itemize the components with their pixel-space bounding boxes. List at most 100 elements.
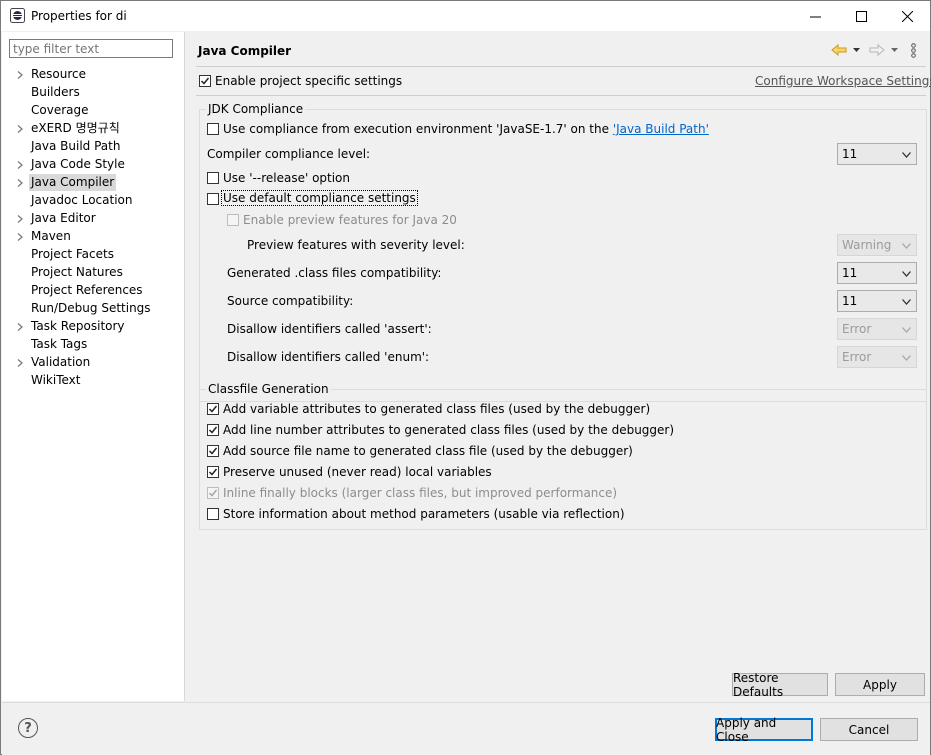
assert-combo: Error <box>837 318 917 340</box>
minimize-button[interactable] <box>792 1 838 31</box>
chevron-right-icon[interactable] <box>16 125 24 133</box>
classfile-option-label: Add source file name to generated class … <box>223 444 633 458</box>
chevron-right-icon[interactable] <box>16 215 24 223</box>
apply-and-close-button[interactable]: Apply and Close <box>715 716 813 744</box>
classfile-option-checkbox[interactable] <box>207 466 219 478</box>
apply-button[interactable]: Apply <box>835 673 925 696</box>
window-title: Properties for di <box>31 9 127 23</box>
classfile-option-label: Preserve unused (never read) local varia… <box>223 465 492 479</box>
maximize-button[interactable] <box>838 1 884 31</box>
checkmark-icon <box>208 447 218 455</box>
enable-preview-checkbox <box>227 214 239 226</box>
settings-separator <box>196 95 926 96</box>
restore-defaults-label: Restore Defaults <box>733 670 784 699</box>
checkmark-icon <box>208 405 218 413</box>
preview-severity-combo: Warning <box>837 234 917 256</box>
preview-severity-value: Warning <box>842 238 892 252</box>
chevron-down-icon <box>902 355 911 361</box>
classfile-option-checkbox[interactable] <box>207 508 219 520</box>
sidebar-item[interactable]: Javadoc Location <box>29 192 134 209</box>
use-default-compliance-checkbox[interactable] <box>207 193 219 205</box>
enable-project-specific-checkbox[interactable] <box>199 75 211 87</box>
compiler-level-combo[interactable]: 11 <box>837 143 917 165</box>
sidebar-item[interactable]: WikiText <box>29 372 83 389</box>
sidebar-item[interactable]: Project References <box>29 282 145 299</box>
use-release-label: Use '--release' option <box>223 171 351 185</box>
close-icon <box>901 10 913 22</box>
assert-label: Disallow identifiers called 'assert': <box>227 322 432 336</box>
sidebar-item[interactable]: Project Natures <box>29 264 125 281</box>
sidebar-item[interactable]: Task Tags <box>29 336 89 353</box>
back-arrow-icon[interactable] <box>831 44 847 56</box>
checkmark-icon <box>200 77 210 85</box>
forward-dropdown-icon <box>891 48 898 52</box>
assert-value: Error <box>842 322 872 336</box>
sidebar-item[interactable]: Validation <box>29 354 92 371</box>
enum-label: Disallow identifiers called 'enum': <box>227 350 430 364</box>
sidebar-item[interactable]: Java Compiler <box>29 174 117 191</box>
sidebar-item[interactable]: Project Facets <box>29 246 116 263</box>
sidebar-item[interactable]: Task Repository <box>29 318 127 335</box>
configure-workspace-link[interactable]: Configure Workspace Settings... <box>755 74 931 88</box>
classfile-option-checkbox[interactable] <box>207 424 219 436</box>
classfile-option-label: Inline finally blocks (larger class file… <box>223 486 618 500</box>
enum-value: Error <box>842 350 872 364</box>
java-build-path-link[interactable]: 'Java Build Path' <box>613 122 709 136</box>
page-title: Java Compiler <box>198 44 292 58</box>
sidebar-item[interactable]: Resource <box>29 66 88 83</box>
checkmark-icon <box>208 489 218 497</box>
main-panel: Java Compiler Enable project specific se… <box>186 32 931 701</box>
chevron-right-icon[interactable] <box>16 233 24 241</box>
chevron-down-icon <box>902 299 911 305</box>
title-bar: Properties for di <box>1 1 930 31</box>
generated-compat-value: 11 <box>842 266 858 280</box>
checkmark-icon <box>208 468 218 476</box>
compiler-level-value: 11 <box>842 147 858 161</box>
use-compliance-env-checkbox[interactable] <box>207 123 219 135</box>
title-separator <box>196 66 926 67</box>
minimize-icon <box>809 16 821 17</box>
sidebar-item[interactable]: Java Code Style <box>29 156 127 173</box>
sidebar-item[interactable]: eXERD 명명규칙 <box>29 120 122 137</box>
sidebar-item[interactable]: Java Editor <box>29 210 98 227</box>
source-compat-combo[interactable]: 11 <box>837 290 917 312</box>
apply-label: Apply <box>863 677 897 692</box>
sidebar-item[interactable]: Java Build Path <box>29 138 122 155</box>
preview-severity-label: Preview features with severity level: <box>247 238 465 252</box>
view-menu-icon[interactable] <box>911 43 916 58</box>
checkmark-icon <box>208 426 218 434</box>
source-compat-label: Source compatibility: <box>227 294 354 308</box>
chevron-right-icon[interactable] <box>16 359 24 367</box>
classfile-option-label: Store information about method parameter… <box>223 507 625 521</box>
chevron-right-icon[interactable] <box>16 161 24 169</box>
sidebar-item[interactable]: Coverage <box>29 102 91 119</box>
chevron-right-icon[interactable] <box>16 71 24 79</box>
back-dropdown-icon[interactable] <box>853 48 860 53</box>
generated-compat-combo[interactable]: 11 <box>837 262 917 284</box>
enum-combo: Error <box>837 346 917 368</box>
maximize-icon <box>855 10 867 22</box>
use-compliance-env-label: Use compliance from execution environmen… <box>223 122 709 136</box>
close-button[interactable] <box>884 1 930 31</box>
classfile-option-checkbox[interactable] <box>207 445 219 457</box>
forward-arrow-icon <box>869 44 885 56</box>
help-glyph: ? <box>24 720 32 736</box>
chevron-right-icon[interactable] <box>16 179 24 187</box>
jdk-compliance-title: JDK Compliance <box>206 102 306 116</box>
enable-project-specific-label: Enable project specific settings <box>215 74 403 88</box>
help-icon[interactable]: ? <box>18 718 38 738</box>
chevron-right-icon[interactable] <box>16 323 24 331</box>
cancel-button[interactable]: Cancel <box>820 718 918 741</box>
sidebar-item[interactable]: Builders <box>29 84 82 101</box>
sidebar: ResourceBuildersCoverageeXERD 명명규칙Java B… <box>2 32 185 701</box>
dialog-footer: ? Apply and Close Cancel <box>2 702 930 755</box>
classfile-option-label: Add variable attributes to generated cla… <box>223 402 651 416</box>
sidebar-item[interactable]: Run/Debug Settings <box>29 300 153 317</box>
sidebar-item[interactable]: Maven <box>29 228 73 245</box>
chevron-down-icon <box>902 327 911 333</box>
classfile-option-checkbox[interactable] <box>207 403 219 415</box>
restore-defaults-button[interactable]: Restore Defaults <box>732 670 828 699</box>
enable-preview-label: Enable preview features for Java 20 <box>243 213 457 227</box>
use-release-checkbox[interactable] <box>207 172 219 184</box>
filter-input[interactable] <box>9 39 173 58</box>
